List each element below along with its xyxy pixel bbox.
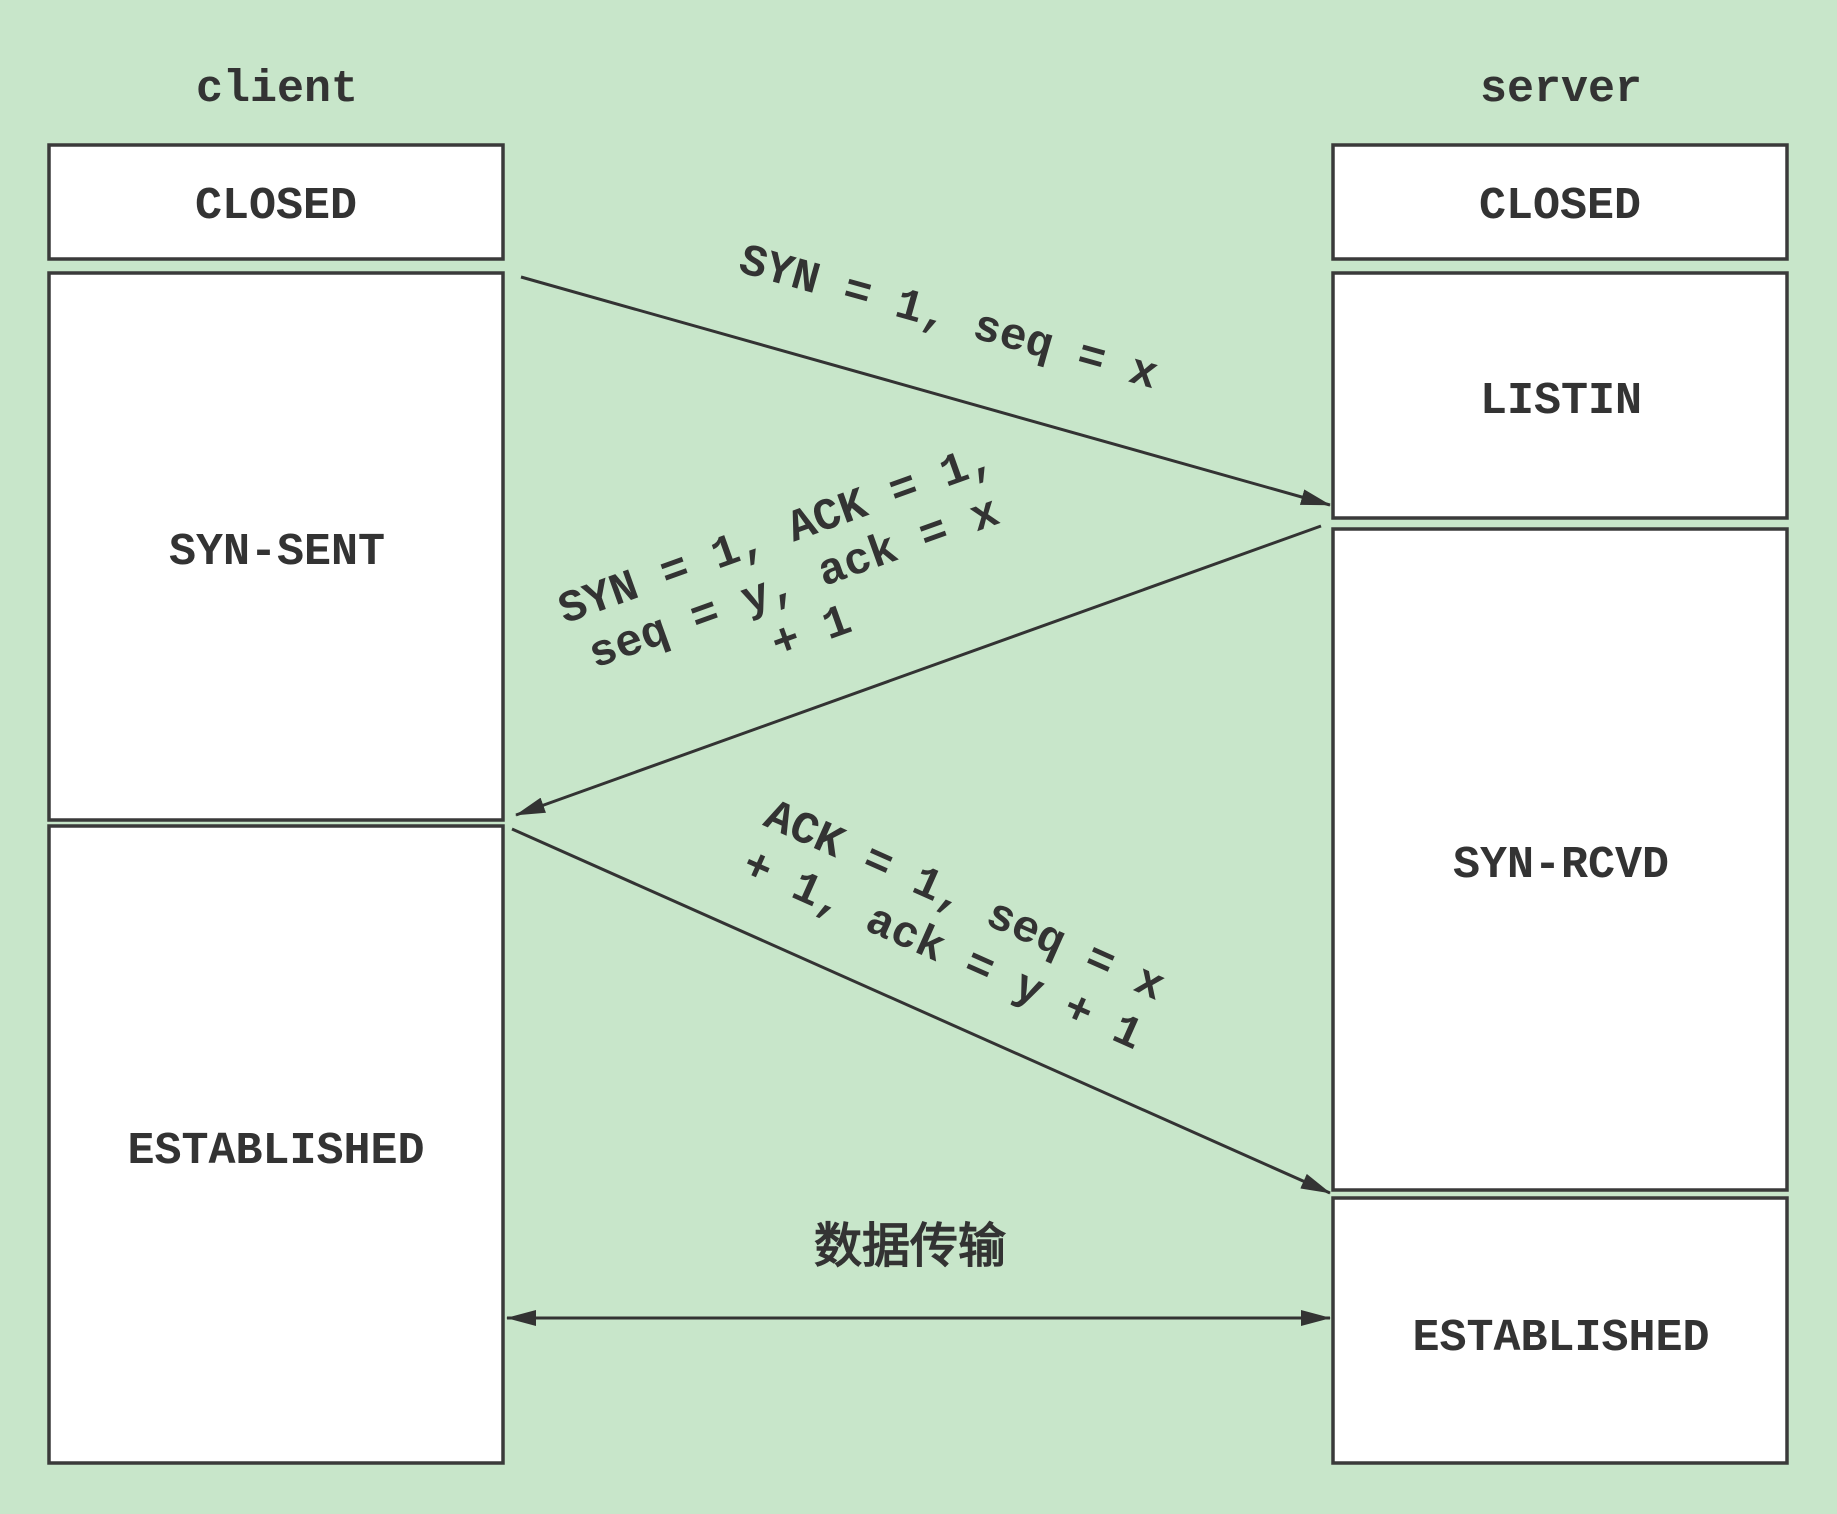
client-state-established: ESTABLISHED	[47, 824, 505, 1465]
data-transfer-label: 数据传输	[814, 1218, 1007, 1274]
server-state-closed-label: CLOSED	[1479, 181, 1641, 232]
server-state-listen: LISTIN	[1331, 271, 1789, 520]
client-state-syn-sent: SYN-SENT	[47, 271, 505, 822]
server-state-closed: CLOSED	[1331, 143, 1789, 261]
tcp-handshake-diagram: client server CLOSED SYN-SENT ESTABLISHE…	[0, 0, 1837, 1514]
server-state-syn-rcvd-label: SYN-RCVD	[1453, 840, 1669, 891]
syn-label-line-1: SYN = 1, seq = x	[733, 236, 1163, 402]
client-state-syn-sent-label: SYN-SENT	[169, 527, 385, 578]
diagram-canvas: client server CLOSED SYN-SENT ESTABLISHE…	[47, 64, 1789, 1465]
client-state-established-label: ESTABLISHED	[127, 1126, 424, 1177]
client-state-closed-label: CLOSED	[195, 181, 357, 232]
client-title: client	[196, 64, 358, 115]
client-state-closed: CLOSED	[47, 143, 505, 261]
syn-label-group: SYN = 1, seq = x	[733, 236, 1163, 402]
server-title: server	[1480, 64, 1642, 115]
syn-ack-label-group: SYN = 1, ACK = 1, seq = y, ack = x + 1	[552, 434, 1006, 681]
server-state-established: ESTABLISHED	[1331, 1196, 1789, 1465]
server-state-syn-rcvd: SYN-RCVD	[1331, 527, 1789, 1192]
server-state-listen-label: LISTIN	[1480, 376, 1642, 427]
server-state-established-label: ESTABLISHED	[1412, 1313, 1709, 1364]
ack-label-group: ACK = 1, seq = x + 1, ack = y + 1	[734, 791, 1171, 1063]
